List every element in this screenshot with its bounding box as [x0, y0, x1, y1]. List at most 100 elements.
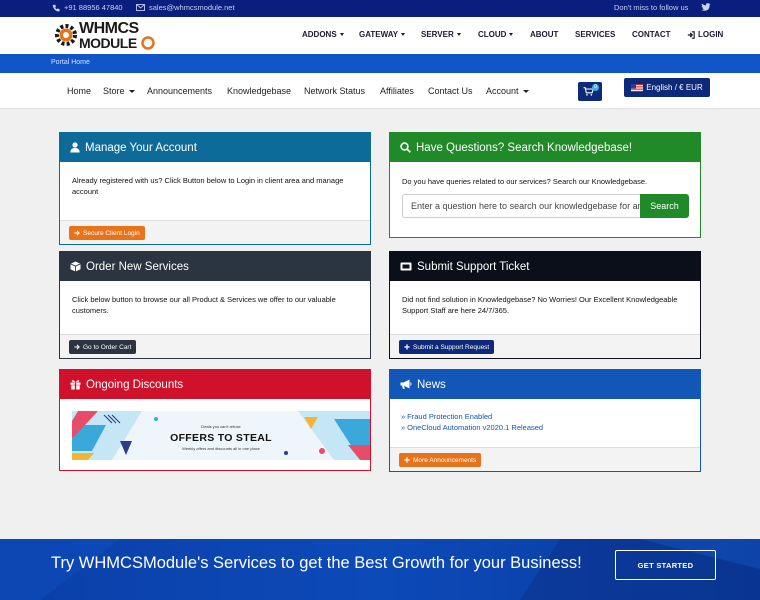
news-item[interactable]: » OneCloud Automation v2020.1 Released: [401, 422, 689, 433]
cart-count-badge: 0: [592, 84, 599, 91]
plus-icon: [404, 457, 410, 463]
breadcrumb-portal-home[interactable]: Portal Home: [51, 59, 90, 66]
cta-footer-band: Try WHMCSModule's Services to get the Be…: [0, 539, 760, 600]
chevron-down-icon: [456, 33, 461, 36]
chevron-down-icon: [339, 33, 344, 36]
phone-contact[interactable]: +91 88956 47840: [52, 3, 123, 12]
cta-text: Try WHMCSModule's Services to get the Be…: [51, 554, 582, 572]
gear-logo-icon: [55, 24, 77, 46]
order-services-panel: Order New Services Click below button to…: [59, 251, 371, 359]
secure-client-login-button[interactable]: Secure Client Login: [69, 226, 145, 240]
search-icon: [400, 142, 411, 153]
panel-header: Ongoing Discounts: [60, 370, 370, 399]
subnav-knowledgebase[interactable]: Knowledgebase: [227, 86, 291, 96]
news-panel: News » Fraud Protection Enabled » OneCloud…: [389, 369, 701, 472]
banner-subtitle: Weekly offers and discounts all in one p…: [182, 446, 260, 451]
phone-number: +91 88956 47840: [64, 3, 123, 12]
panel-title: Order New Services: [86, 260, 189, 273]
nav-services[interactable]: SERVICES: [575, 30, 615, 39]
panel-body-text: Click below button to browse our all Pro…: [72, 295, 336, 315]
panel-footer: Secure Client Login: [60, 220, 370, 244]
bullhorn-icon: [400, 379, 412, 389]
double-chevron-icon: »: [401, 423, 406, 432]
support-ticket-panel: Submit Support Ticket Did not find solut…: [389, 251, 701, 359]
nav-contact[interactable]: CONTACT: [632, 30, 671, 39]
knowledgebase-search-panel: Have Questions? Search Knowledgebase! Do…: [389, 132, 701, 238]
panel-title: Have Questions? Search Knowledgebase!: [416, 141, 633, 154]
panel-body-text: Do you have queries related to our servi…: [402, 177, 648, 186]
language-currency-selector[interactable]: English / € EUR: [624, 78, 710, 97]
sign-in-icon: [687, 30, 695, 39]
banner-tagline: Deals you can't refuse: [201, 424, 241, 429]
nav-cloud[interactable]: CLOUD: [478, 30, 514, 39]
subnav-announcements[interactable]: Announcements: [147, 86, 212, 96]
panel-footer: Go to Order Cart: [60, 334, 370, 358]
top-bar: +91 88956 47840 sales@whmcsmodule.net Do…: [0, 0, 760, 17]
email-contact[interactable]: sales@whmcsmodule.net: [136, 3, 235, 12]
panel-footer: Submit a Support Request: [390, 334, 700, 358]
arrow-right-icon: [74, 344, 80, 350]
breadcrumb: Portal Home: [0, 54, 760, 73]
ongoing-discounts-panel: Ongoing Discounts Deals you can't refuse…: [59, 369, 371, 471]
chevron-down-icon: [128, 89, 135, 93]
panel-header: Have Questions? Search Knowledgebase!: [390, 133, 700, 162]
subnav-affiliates[interactable]: Affiliates: [380, 86, 414, 96]
follow-text: Don't miss to follow us: [614, 3, 689, 12]
news-item[interactable]: » Fraud Protection Enabled: [401, 411, 689, 422]
nav-addons[interactable]: ADDONS: [302, 30, 344, 39]
panel-header: News: [390, 370, 700, 399]
chevron-down-icon: [509, 33, 514, 36]
subnav-home[interactable]: Home: [67, 86, 91, 96]
arrow-right-icon: [74, 230, 80, 236]
logo-swirl-icon: [141, 36, 155, 50]
ticket-icon: [400, 262, 412, 271]
cube-icon: [70, 261, 81, 272]
client-navigation: Home Store Announcements Knowledgebase N…: [0, 73, 760, 109]
panel-footer: More Announcements: [390, 447, 700, 471]
envelope-icon: [136, 4, 145, 11]
news-list: » Fraud Protection Enabled » OneCloud Auto…: [390, 399, 700, 433]
panel-title: Ongoing Discounts: [86, 378, 184, 391]
panel-header: Submit Support Ticket: [390, 252, 700, 281]
manage-account-panel: Manage Your Account Already registered w…: [59, 132, 371, 245]
subnav-store[interactable]: Store: [103, 86, 135, 96]
panel-header: Manage Your Account: [60, 133, 370, 162]
cart-button[interactable]: 0: [578, 82, 602, 101]
email-address: sales@whmcsmodule.net: [149, 3, 235, 12]
nav-server[interactable]: SERVER: [421, 30, 461, 39]
subnav-contact-us[interactable]: Contact Us: [428, 86, 473, 96]
more-announcements-button[interactable]: More Announcements: [399, 453, 482, 467]
phone-icon: [52, 4, 60, 11]
twitter-icon: [701, 3, 711, 11]
banner-title: OFFERS TO STEAL: [170, 432, 272, 444]
plus-icon: [404, 344, 410, 350]
subnav-network-status[interactable]: Network Status: [304, 86, 365, 96]
nav-gateway[interactable]: GATEWAY: [359, 30, 406, 39]
chevron-down-icon: [522, 89, 529, 93]
twitter-link[interactable]: [701, 3, 711, 11]
us-flag-icon: [631, 83, 644, 92]
site-logo[interactable]: WHMCS MODULE: [53, 20, 155, 52]
panel-title: News: [417, 378, 446, 391]
panel-body-text: Already registered with us? Click Button…: [72, 176, 344, 196]
nav-about[interactable]: ABOUT: [530, 30, 558, 39]
user-icon: [70, 142, 80, 153]
panel-title: Submit Support Ticket: [417, 260, 530, 273]
go-to-order-cart-button[interactable]: Go to Order Cart: [69, 340, 137, 354]
submit-support-request-button[interactable]: Submit a Support Request: [399, 340, 495, 354]
chevron-down-icon: [401, 33, 406, 36]
panel-title: Manage Your Account: [85, 141, 197, 154]
kb-search-form: Search: [402, 194, 689, 218]
gift-icon: [70, 380, 81, 390]
subnav-account[interactable]: Account: [486, 86, 529, 96]
panel-header: Order New Services: [60, 252, 370, 281]
panel-body-text: Did not find solution in Knowledgebase? …: [402, 295, 678, 315]
get-started-button[interactable]: GET STARTED: [615, 550, 716, 580]
double-chevron-icon: »: [401, 412, 406, 421]
offers-banner[interactable]: Deals you can't refuse OFFERS TO STEAL W…: [72, 411, 370, 460]
kb-search-input[interactable]: [402, 194, 640, 218]
nav-login[interactable]: LOGIN: [687, 30, 723, 39]
language-label: English / € EUR: [646, 83, 703, 92]
kb-search-button[interactable]: Search: [640, 194, 689, 218]
main-navigation: WHMCS MODULE ADDONS GATEWAY SERVER CLOUD…: [0, 17, 760, 54]
